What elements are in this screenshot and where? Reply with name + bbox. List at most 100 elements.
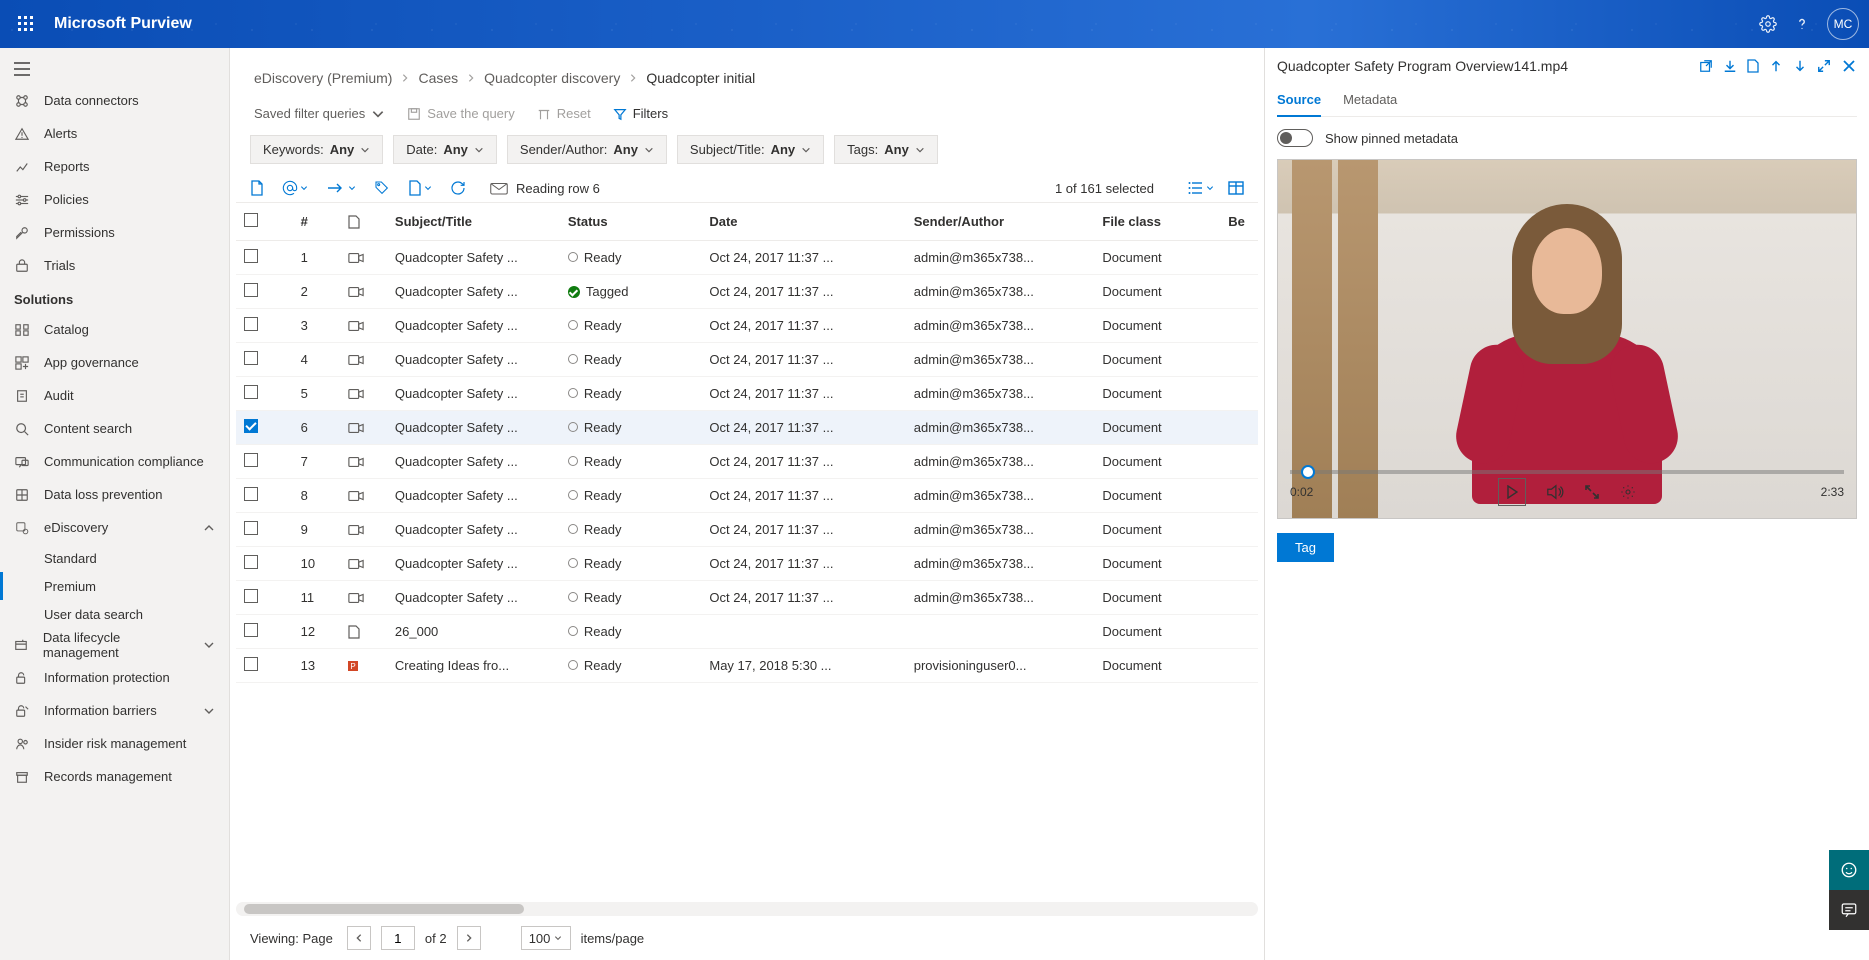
col-num[interactable]: # bbox=[293, 203, 340, 241]
table-row[interactable]: 13PCreating Ideas fro...ReadyMay 17, 201… bbox=[236, 649, 1258, 683]
columns-icon[interactable] bbox=[1228, 180, 1244, 196]
row-checkbox[interactable] bbox=[244, 283, 258, 297]
row-checkbox[interactable] bbox=[244, 351, 258, 365]
video-settings-icon[interactable] bbox=[1620, 484, 1636, 500]
reset-button[interactable]: Reset bbox=[537, 106, 591, 121]
volume-icon[interactable] bbox=[1546, 484, 1564, 500]
sidebar-item-content-search[interactable]: Content search bbox=[0, 412, 229, 445]
tab-source[interactable]: Source bbox=[1277, 84, 1321, 117]
table-row[interactable]: 10Quadcopter Safety ...ReadyOct 24, 2017… bbox=[236, 547, 1258, 581]
row-checkbox[interactable] bbox=[244, 487, 258, 501]
at-icon[interactable] bbox=[282, 180, 308, 196]
tag-button[interactable]: Tag bbox=[1277, 533, 1334, 562]
table-row[interactable]: 1226_000ReadyDocument bbox=[236, 615, 1258, 649]
app-launcher-icon[interactable] bbox=[10, 8, 42, 40]
help-icon[interactable] bbox=[1793, 15, 1811, 33]
filters-button[interactable]: Filters bbox=[613, 106, 668, 121]
col-extra[interactable]: Be bbox=[1220, 203, 1258, 241]
save-query-button[interactable]: Save the query bbox=[407, 106, 514, 121]
sidebar-sub-user-data-search[interactable]: User data search bbox=[0, 600, 229, 628]
sidebar-item-trials[interactable]: Trials bbox=[0, 249, 229, 282]
close-icon[interactable] bbox=[1841, 58, 1857, 74]
row-checkbox[interactable] bbox=[244, 419, 258, 433]
filter-chip-senderauthor[interactable]: Sender/Author: Any bbox=[507, 135, 667, 164]
sidebar-item-data-connectors[interactable]: Data connectors bbox=[0, 84, 229, 117]
table-row[interactable]: 6Quadcopter Safety ...ReadyOct 24, 2017 … bbox=[236, 411, 1258, 445]
sidebar-item-information-barriers[interactable]: Information barriers bbox=[0, 694, 229, 727]
col-subject[interactable]: Subject/Title bbox=[387, 203, 560, 241]
chat-button[interactable] bbox=[1829, 890, 1869, 930]
hamburger-icon[interactable] bbox=[0, 54, 229, 84]
row-checkbox[interactable] bbox=[244, 657, 258, 671]
row-checkbox[interactable] bbox=[244, 385, 258, 399]
table-row[interactable]: 2Quadcopter Safety ...TaggedOct 24, 2017… bbox=[236, 275, 1258, 309]
refresh-icon[interactable] bbox=[450, 180, 466, 196]
col-status[interactable]: Status bbox=[560, 203, 702, 241]
table-row[interactable]: 7Quadcopter Safety ...ReadyOct 24, 2017 … bbox=[236, 445, 1258, 479]
sidebar-item-policies[interactable]: Policies bbox=[0, 183, 229, 216]
document-icon[interactable] bbox=[1747, 59, 1759, 73]
page-input[interactable] bbox=[381, 926, 415, 950]
sidebar-item-alerts[interactable]: Alerts bbox=[0, 117, 229, 150]
col-fileclass[interactable]: File class bbox=[1094, 203, 1220, 241]
settings-icon[interactable] bbox=[1759, 15, 1777, 33]
row-checkbox[interactable] bbox=[244, 453, 258, 467]
col-type-icon[interactable] bbox=[340, 203, 387, 241]
table-row[interactable]: 9Quadcopter Safety ...ReadyOct 24, 2017 … bbox=[236, 513, 1258, 547]
col-sender[interactable]: Sender/Author bbox=[906, 203, 1095, 241]
expand-icon[interactable] bbox=[1817, 59, 1831, 73]
sidebar-item-insider-risk-management[interactable]: Insider risk management bbox=[0, 727, 229, 760]
breadcrumb-2[interactable]: Quadcopter discovery bbox=[484, 70, 620, 86]
filter-chip-tags[interactable]: Tags: Any bbox=[834, 135, 938, 164]
horizontal-scrollbar[interactable] bbox=[236, 902, 1258, 916]
row-checkbox[interactable] bbox=[244, 249, 258, 263]
saved-queries-button[interactable]: Saved filter queries bbox=[254, 106, 385, 121]
download-icon[interactable] bbox=[1723, 59, 1737, 73]
sidebar-item-ediscovery[interactable]: eDiscovery bbox=[0, 511, 229, 544]
move-icon[interactable] bbox=[326, 181, 356, 195]
video-seek-track[interactable] bbox=[1290, 470, 1844, 474]
col-date[interactable]: Date bbox=[701, 203, 905, 241]
table-row[interactable]: 11Quadcopter Safety ...ReadyOct 24, 2017… bbox=[236, 581, 1258, 615]
sidebar-item-app-governance[interactable]: App governance bbox=[0, 346, 229, 379]
sidebar-item-data-lifecycle-management[interactable]: Data lifecycle management bbox=[0, 628, 229, 661]
table-row[interactable]: 5Quadcopter Safety ...ReadyOct 24, 2017 … bbox=[236, 377, 1258, 411]
breadcrumb-1[interactable]: Cases bbox=[418, 70, 458, 86]
tag-icon[interactable] bbox=[374, 180, 390, 196]
sidebar-item-audit[interactable]: Audit bbox=[0, 379, 229, 412]
sidebar-item-records-management[interactable]: Records management bbox=[0, 760, 229, 793]
filter-chip-date[interactable]: Date: Any bbox=[393, 135, 497, 164]
sidebar-sub-standard[interactable]: Standard bbox=[0, 544, 229, 572]
sidebar-item-data-loss-prevention[interactable]: Data loss prevention bbox=[0, 478, 229, 511]
user-avatar[interactable]: MC bbox=[1827, 8, 1859, 40]
sidebar-item-communication-compliance[interactable]: Communication compliance bbox=[0, 445, 229, 478]
document-icon[interactable] bbox=[250, 180, 264, 196]
fullscreen-icon[interactable] bbox=[1584, 484, 1600, 500]
breadcrumb-0[interactable]: eDiscovery (Premium) bbox=[254, 70, 392, 86]
sidebar-item-reports[interactable]: Reports bbox=[0, 150, 229, 183]
next-page-button[interactable] bbox=[457, 926, 481, 950]
items-per-page-select[interactable]: 100 bbox=[521, 926, 571, 950]
row-checkbox[interactable] bbox=[244, 521, 258, 535]
arrow-up-icon[interactable] bbox=[1769, 59, 1783, 73]
arrow-down-icon[interactable] bbox=[1793, 59, 1807, 73]
play-button[interactable] bbox=[1498, 478, 1526, 506]
tab-metadata[interactable]: Metadata bbox=[1343, 84, 1397, 116]
sidebar-item-information-protection[interactable]: Information protection bbox=[0, 661, 229, 694]
row-checkbox[interactable] bbox=[244, 589, 258, 603]
row-checkbox[interactable] bbox=[244, 623, 258, 637]
feedback-button[interactable] bbox=[1829, 850, 1869, 890]
table-row[interactable]: 4Quadcopter Safety ...ReadyOct 24, 2017 … bbox=[236, 343, 1258, 377]
row-checkbox[interactable] bbox=[244, 317, 258, 331]
table-row[interactable]: 3Quadcopter Safety ...ReadyOct 24, 2017 … bbox=[236, 309, 1258, 343]
filter-chip-keywords[interactable]: Keywords: Any bbox=[250, 135, 383, 164]
row-checkbox[interactable] bbox=[244, 555, 258, 569]
table-row[interactable]: 1Quadcopter Safety ...ReadyOct 24, 2017 … bbox=[236, 241, 1258, 275]
filter-chip-subjecttitle[interactable]: Subject/Title: Any bbox=[677, 135, 824, 164]
file-chevron-icon[interactable] bbox=[408, 180, 432, 196]
sidebar-item-catalog[interactable]: Catalog bbox=[0, 313, 229, 346]
prev-page-button[interactable] bbox=[347, 926, 371, 950]
show-pinned-toggle[interactable] bbox=[1277, 129, 1313, 147]
list-icon[interactable] bbox=[1188, 180, 1214, 196]
sidebar-sub-premium[interactable]: Premium bbox=[0, 572, 229, 600]
